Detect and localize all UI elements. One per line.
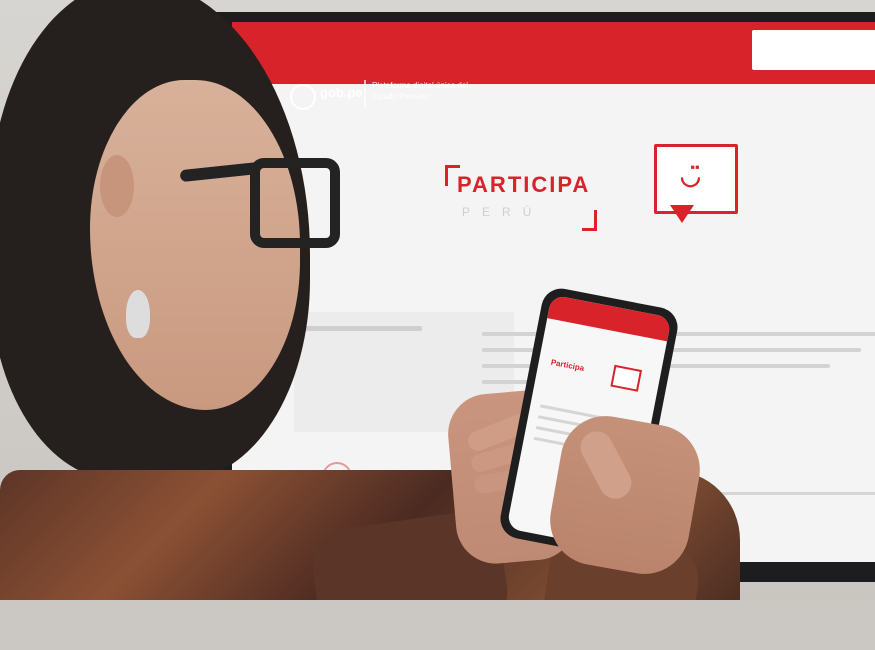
earring [126, 290, 150, 338]
phone-chat-icon [610, 364, 643, 392]
person [0, 0, 875, 650]
photo-scene: gob.pe Plataforma digital única del Esta… [0, 0, 875, 650]
phone-title: Participa [550, 357, 585, 373]
glasses [179, 140, 360, 248]
glasses-frame [250, 158, 340, 248]
ear [100, 155, 134, 217]
glasses-arm [179, 161, 261, 183]
desk [0, 600, 875, 650]
